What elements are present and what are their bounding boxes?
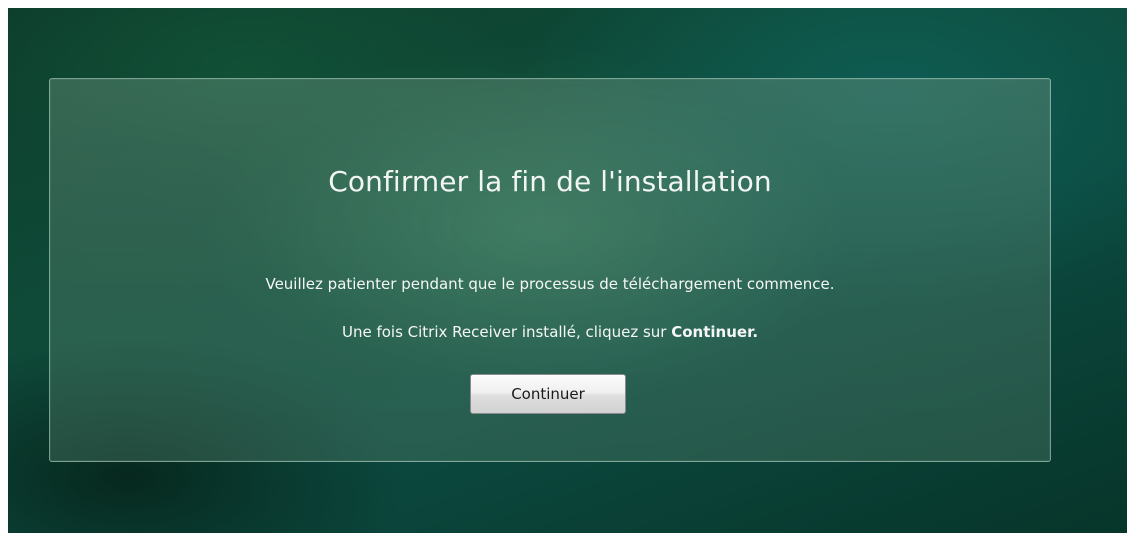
install-confirmation-dialog: Confirmer la fin de l'installation Veuil… xyxy=(49,78,1051,462)
instruction-text: Une fois Citrix Receiver installé, cliqu… xyxy=(341,323,672,341)
instruction-message: Une fois Citrix Receiver installé, cliqu… xyxy=(50,323,1050,341)
screen: Confirmer la fin de l'installation Veuil… xyxy=(0,0,1127,533)
instruction-emphasis: Continuer xyxy=(671,323,753,341)
wait-message: Veuillez patienter pendant que le proces… xyxy=(265,275,835,293)
continue-button[interactable]: Continuer xyxy=(470,374,626,414)
instruction-period: . xyxy=(752,323,759,341)
dialog-title: Confirmer la fin de l'installation xyxy=(328,165,772,198)
